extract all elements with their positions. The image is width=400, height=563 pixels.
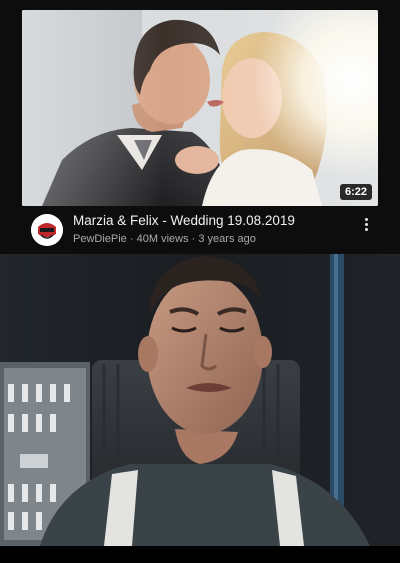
channel-avatar[interactable] [31,214,63,246]
video-subtitle: PewDiePie · 40M views · 3 years ago [73,233,256,245]
channel-name[interactable]: PewDiePie [73,233,127,245]
video-duration-badge: 6:22 [339,184,372,200]
video-thumbnail[interactable]: 6:22 [22,10,378,206]
channel-avatar-icon [31,214,63,246]
video-title[interactable]: Marzia & Felix - Wedding 19.08.2019 [73,213,353,228]
vertical-ellipsis-icon[interactable] [358,214,374,234]
bottom-letterbox [0,546,400,563]
upload-age: 3 years ago [198,233,256,245]
separator-dot: · [129,233,134,245]
crying-man-image [0,254,400,546]
separator-dot: · [191,233,196,245]
video-meta: Marzia & Felix - Wedding 19.08.2019 PewD… [0,206,400,254]
view-count: 40M views [136,233,189,245]
veil-overlay [22,10,378,206]
video-card[interactable]: 6:22 Marzia & Felix - Wedding 19.08.2019… [0,0,400,254]
reaction-image [0,254,400,546]
